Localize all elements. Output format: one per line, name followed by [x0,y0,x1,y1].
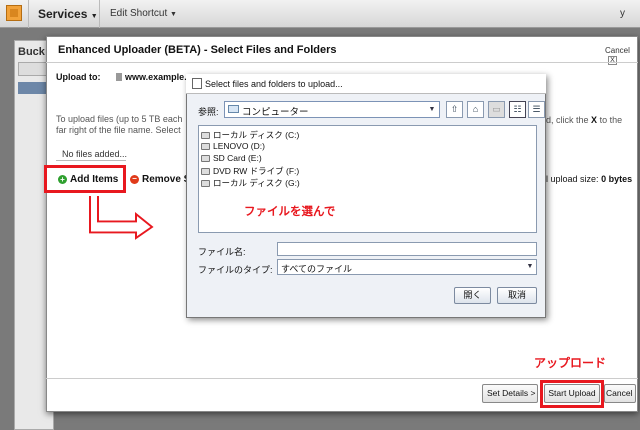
drive-icon [201,132,210,139]
services-label: Services [38,7,88,21]
remove-selected-button[interactable]: Remove S [142,174,190,185]
list-item[interactable]: ローカル ディスク (G:) [201,177,300,189]
start-upload-button[interactable]: Start Upload [544,384,600,403]
chevron-down-icon[interactable]: ▼ [426,103,438,116]
drive-label: LENOVO (D:) [213,141,265,151]
plus-icon: + [58,175,67,184]
set-details-button[interactable]: Set Details > [482,384,538,403]
upload-to-label: Upload to: [56,72,101,82]
instructions-line-2: far right of the file name. Select [56,125,181,135]
edit-shortcut-menu[interactable]: Edit Shortcut ▼ [110,0,177,28]
open-button[interactable]: 開く [454,287,491,304]
drive-icon [201,143,210,150]
minus-icon: − [130,175,139,184]
choose-files-annotation: ファイルを選んで [244,206,336,218]
chevron-down-icon[interactable]: ▼ [524,261,536,273]
look-in-value: コンピューター [242,107,309,118]
home-icon[interactable]: ⌂ [467,101,484,118]
list-item[interactable]: LENOVO (D:) [201,141,265,151]
drive-label: ローカル ディスク (G:) [213,178,300,188]
file-type-label: ファイルのタイプ: [198,265,273,275]
dialog-title: Enhanced Uploader (BETA) - Select Files … [58,44,337,56]
edit-shortcut-label: Edit Shortcut [110,8,168,19]
background-bucket-label: Buck [18,46,45,58]
list-item[interactable]: DVD RW ドライブ (F:) [201,165,299,177]
file-chooser-title: Select files and folders to upload... [205,79,343,89]
instructions-line-1: To upload files (up to 5 TB each [56,114,183,124]
chooser-cancel-button[interactable]: 取消 [497,287,537,304]
account-menu[interactable]: y [620,0,625,28]
upload-annotation: アップロード [534,356,607,370]
drive-label: SD Card (E:) [213,153,262,163]
dialog-divider [46,62,638,63]
drive-label: ローカル ディスク (C:) [213,130,300,140]
dvd-drive-icon [201,168,210,175]
aws-logo-icon[interactable] [6,5,22,21]
dialog-footer-divider [46,378,638,379]
bucket-icon [116,73,122,81]
up-folder-icon[interactable]: ⇧ [446,101,463,118]
drive-label: DVD RW ドライブ (F:) [213,166,300,176]
services-menu[interactable]: Services ▼ [28,0,100,28]
total-upload-size: l upload size: 0 bytes [546,174,632,184]
list-item[interactable]: SD Card (E:) [201,153,262,163]
instructions-right-x: X [591,115,598,125]
file-name-input[interactable] [277,242,537,256]
computer-icon [228,105,239,113]
java-window-icon [192,78,202,89]
upload-size-label: l upload size: [546,174,599,184]
instructions-right-pre: d, click the [546,115,589,125]
chevron-down-icon: ▼ [170,11,177,18]
instructions-right: d, click the X to the [546,115,622,125]
close-icon: X [608,56,617,65]
add-items-button[interactable]: Add Items [70,174,118,185]
new-folder-icon[interactable]: ▭ [488,101,505,118]
file-name-label: ファイル名: [198,247,246,257]
list-item[interactable]: ローカル ディスク (C:) [201,129,299,141]
no-files-message: No files added... [62,149,128,159]
details-view-icon[interactable]: ☰ [528,101,545,118]
upload-size-value: 0 bytes [601,174,633,184]
chevron-down-icon: ▼ [90,13,98,20]
drive-icon [201,155,210,162]
instructions-right-post: to the [599,115,623,125]
list-view-icon[interactable]: ☷ [509,101,526,118]
red-arrow-annotation-icon [89,196,154,240]
file-type-value: すべてのファイル [281,264,353,274]
look-in-label: 参照: [198,107,219,117]
dialog-cancel-label: Cancel [605,46,630,55]
cancel-button[interactable]: Cancel [604,384,636,403]
drive-icon [201,180,210,187]
